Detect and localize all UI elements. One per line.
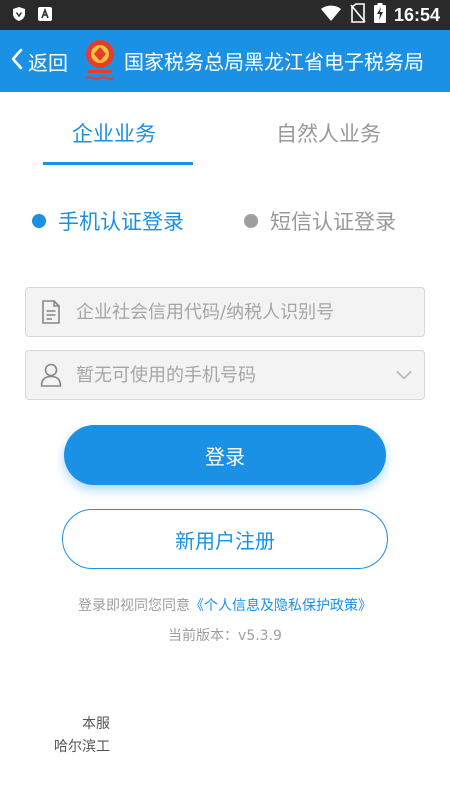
radio-dot-unselected-icon — [244, 214, 258, 228]
radio-phone-auth[interactable]: 手机认证登录 — [32, 206, 184, 236]
back-button[interactable]: 返回 — [10, 44, 68, 78]
tax-emblem-icon — [80, 36, 120, 86]
shield-icon — [10, 5, 28, 23]
chevron-down-icon[interactable] — [384, 351, 424, 399]
phone-field — [25, 350, 425, 400]
radio-sms-auth-label: 短信认证登录 — [270, 210, 396, 234]
footer-fade-overlay — [112, 705, 450, 800]
business-tabs: 企业业务 自然人业务 — [0, 110, 450, 166]
footer: 本服 哈尔滨工 — [0, 705, 450, 800]
document-icon — [26, 288, 76, 336]
credit-code-field — [25, 287, 425, 337]
tab-active-indicator — [43, 162, 193, 165]
radio-sms-auth[interactable]: 短信认证登录 — [244, 206, 396, 236]
login-method-options: 手机认证登录 短信认证登录 — [0, 200, 450, 242]
tab-enterprise[interactable]: 企业业务 — [72, 118, 156, 148]
radio-dot-selected-icon — [32, 214, 46, 228]
back-label: 返回 — [28, 50, 68, 75]
credit-code-input[interactable] — [76, 290, 424, 334]
wifi-icon — [320, 4, 342, 26]
status-right-icons: 16:54 — [320, 3, 440, 27]
agreement-text: 登录即视同您同意 — [78, 598, 190, 614]
radio-phone-auth-label: 手机认证登录 — [58, 210, 184, 234]
a-notification-icon — [36, 5, 54, 23]
register-button[interactable]: 新用户注册 — [62, 509, 388, 569]
page-title: 国家税务总局黑龙江省电子税务局 — [124, 50, 424, 74]
app-header: 返回 国家税务总局黑龙江省电子税务局 — [0, 30, 450, 92]
phone-select[interactable] — [76, 353, 384, 397]
footer-line-1: 本服 — [82, 716, 110, 732]
battery-charging-icon — [373, 3, 386, 27]
agreement-notice: 登录即视同您同意《个人信息及隐私保护政策》 — [0, 595, 450, 615]
no-sim-icon — [350, 3, 366, 27]
user-icon — [26, 351, 76, 399]
app-version: 当前版本：v5.3.9 — [168, 628, 282, 644]
privacy-policy-link[interactable]: 《个人信息及隐私保护政策》 — [190, 598, 372, 614]
status-left-icons — [10, 5, 54, 23]
login-button[interactable]: 登录 — [64, 425, 386, 485]
status-bar: 16:54 — [0, 0, 450, 30]
status-time: 16:54 — [393, 4, 440, 25]
tab-individual[interactable]: 自然人业务 — [276, 118, 381, 148]
footer-line-2: 哈尔滨工 — [54, 739, 110, 755]
chevron-left-icon — [10, 48, 24, 74]
